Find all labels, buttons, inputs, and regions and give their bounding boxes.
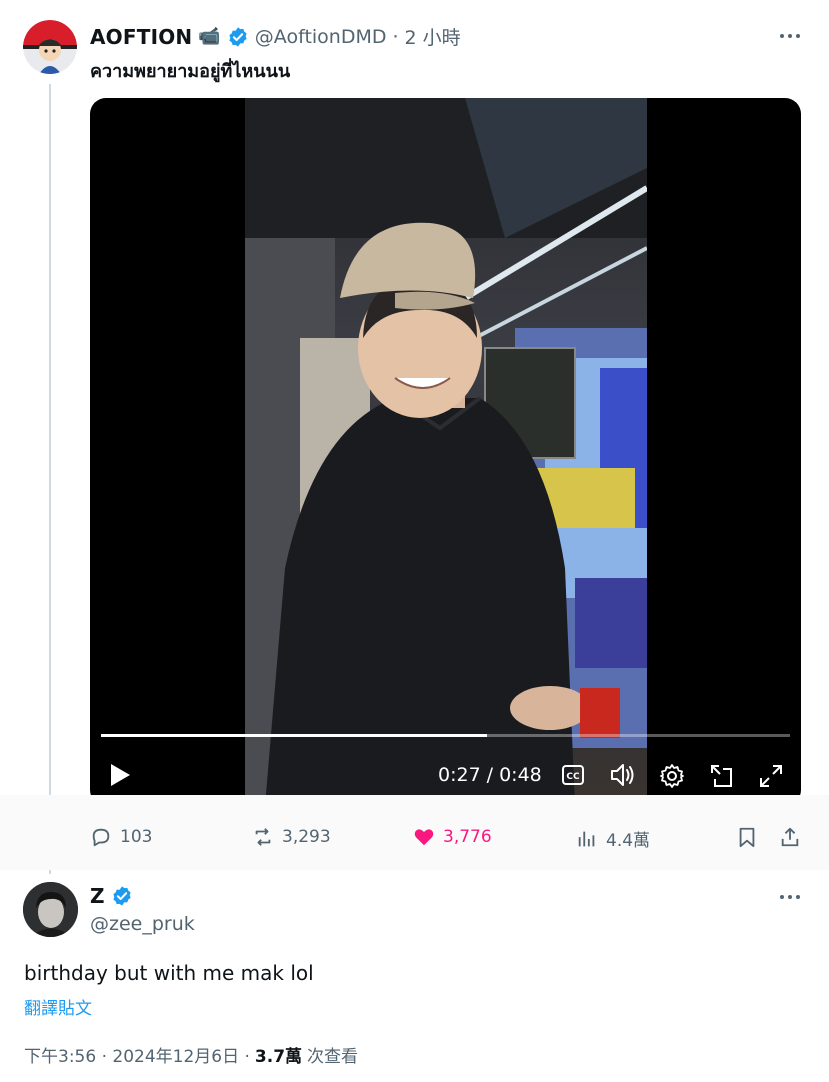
avatar-cartoon-image bbox=[23, 20, 77, 74]
time-separator: · bbox=[392, 25, 399, 48]
avatar[interactable] bbox=[23, 20, 77, 74]
picture-in-picture-icon bbox=[711, 765, 732, 787]
reply-handle[interactable]: @zee_pruk bbox=[90, 913, 195, 935]
handle[interactable]: @AoftionDMD bbox=[255, 26, 387, 48]
views-button[interactable]: 4.4萬 bbox=[576, 826, 650, 851]
more-options-icon[interactable] bbox=[778, 26, 802, 51]
video-thumbnail-image bbox=[245, 98, 647, 806]
closed-captions-icon: CC bbox=[562, 765, 584, 785]
repost-count: 3,293 bbox=[282, 827, 331, 847]
reply-more-options-icon[interactable] bbox=[778, 887, 802, 912]
translate-post-link[interactable]: 翻譯貼文 bbox=[24, 994, 92, 1019]
pip-button[interactable] bbox=[709, 763, 735, 793]
video-player[interactable]: 0:27 / 0:48 CC bbox=[90, 98, 801, 806]
post-timestamp[interactable]: 下午3:56 · 2024年12月6日 · bbox=[24, 1042, 250, 1067]
captions-button[interactable]: CC bbox=[561, 764, 585, 790]
video-progress-fill bbox=[101, 734, 487, 737]
timestamp[interactable]: 2 小時 bbox=[405, 23, 461, 50]
video-time-display: 0:27 / 0:48 bbox=[438, 764, 542, 786]
play-button[interactable] bbox=[108, 762, 132, 792]
views-count: 4.4萬 bbox=[606, 831, 651, 851]
like-button[interactable]: 3,776 bbox=[413, 826, 492, 848]
video-camera-icon: 📹 bbox=[198, 26, 221, 47]
reply-header: Z bbox=[90, 884, 133, 908]
gear-icon bbox=[660, 764, 684, 788]
repost-icon bbox=[255, 828, 271, 846]
display-name[interactable]: AOFTION bbox=[90, 25, 192, 49]
verified-badge-icon bbox=[113, 886, 131, 906]
tweet-header: AOFTION 📹 @AoftionDMD · 2 小時 bbox=[90, 23, 461, 50]
reply-button[interactable]: 103 bbox=[90, 826, 152, 848]
volume-button[interactable] bbox=[609, 762, 637, 792]
reply-text: birthday but with me mak lol bbox=[24, 961, 314, 985]
reply-count: 103 bbox=[120, 827, 153, 847]
current-time: 0:27 bbox=[438, 764, 481, 786]
verified-badge-icon bbox=[229, 26, 247, 47]
reply-icon bbox=[92, 828, 110, 847]
fullscreen-button[interactable] bbox=[758, 763, 784, 793]
share-icon bbox=[781, 827, 799, 847]
video-progress-bar[interactable] bbox=[101, 734, 790, 737]
like-count: 3,776 bbox=[443, 827, 492, 847]
bookmark-button[interactable] bbox=[736, 826, 758, 848]
volume-icon bbox=[611, 764, 634, 786]
post-views-label: 次查看 bbox=[307, 1047, 359, 1067]
play-icon bbox=[111, 764, 130, 786]
repost-button[interactable]: 3,293 bbox=[252, 826, 331, 848]
svg-text:CC: CC bbox=[566, 772, 580, 782]
analytics-icon bbox=[578, 831, 595, 846]
duration: 0:48 bbox=[499, 764, 542, 786]
bookmark-icon bbox=[739, 827, 755, 848]
tweet-text: ความพยายามอยู่ที่ไหนนน bbox=[90, 61, 291, 82]
heart-filled-icon bbox=[414, 829, 434, 846]
video-frame bbox=[245, 98, 647, 806]
settings-button[interactable] bbox=[659, 763, 685, 793]
time-divider: / bbox=[486, 764, 494, 786]
reply-avatar[interactable] bbox=[23, 882, 78, 937]
action-bar: 103 3,293 3,776 4.4萬 bbox=[0, 795, 829, 870]
fullscreen-icon bbox=[760, 765, 782, 787]
post-metadata: 下午3:56 · 2024年12月6日 · 3.7萬 次查看 bbox=[24, 1042, 358, 1067]
thread-line bbox=[49, 84, 51, 874]
reply-avatar-image bbox=[23, 882, 78, 937]
share-button[interactable] bbox=[779, 826, 801, 848]
reply-display-name[interactable]: Z bbox=[90, 884, 105, 908]
post-views-count: 3.7萬 bbox=[254, 1047, 303, 1067]
